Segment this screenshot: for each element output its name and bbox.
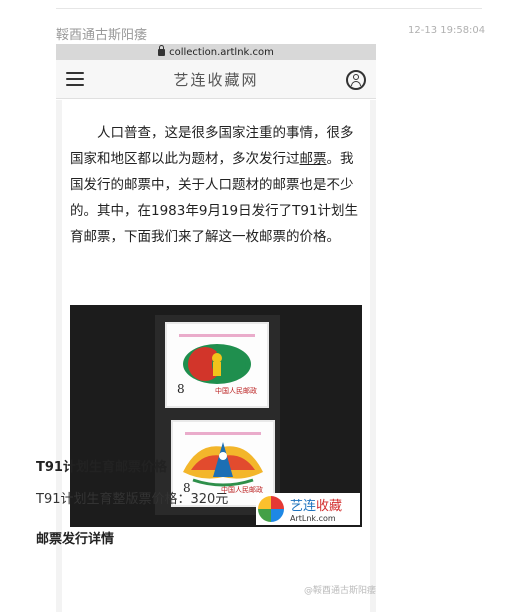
top-divider bbox=[56, 8, 482, 9]
price-line: T91计划生育整版票价格：320元 bbox=[36, 492, 229, 507]
stamp-1: 8 中国人民邮政 bbox=[167, 324, 267, 406]
watermark-cn: 艺连收藏 bbox=[290, 499, 343, 514]
stamp-1-value: 8 bbox=[177, 382, 185, 396]
site-header: 艺连收藏网 bbox=[56, 60, 376, 99]
post-timestamp: 12-13 19:58:04 bbox=[408, 25, 486, 36]
browser-url: collection.artlnk.com bbox=[169, 46, 274, 58]
weibo-watermark: @鞖酉通古斯阳痿 bbox=[304, 586, 377, 596]
section-title-issue-details: 邮票发行详情 bbox=[36, 532, 115, 547]
article-intro: 人口普查，这是很多国家注重的事情，很多国家和地区都以此为题材，多次发行过邮票。我… bbox=[70, 125, 359, 245]
artlnk-logo-icon bbox=[258, 496, 284, 522]
watermark-en: ArtLnk.com bbox=[290, 514, 336, 523]
site-title[interactable]: 艺连收藏网 bbox=[56, 69, 376, 90]
browser-url-bar[interactable]: collection.artlnk.com bbox=[56, 44, 376, 60]
section-title-price: T91计划生育邮票价格 bbox=[36, 460, 167, 475]
stamp-1-caption: 中国人民邮政 bbox=[215, 387, 257, 395]
screenshot-phone: collection.artlnk.com 艺连收藏网 人口普查，这是很多国家注… bbox=[56, 44, 376, 612]
stamp-link[interactable]: 邮票 bbox=[300, 151, 327, 167]
artlnk-watermark: 艺连收藏 ArtLnk.com bbox=[256, 493, 360, 525]
lock-icon bbox=[158, 44, 166, 56]
user-icon[interactable] bbox=[346, 70, 366, 90]
post-username[interactable]: 鞖酉通古斯阳痿 bbox=[56, 24, 147, 43]
